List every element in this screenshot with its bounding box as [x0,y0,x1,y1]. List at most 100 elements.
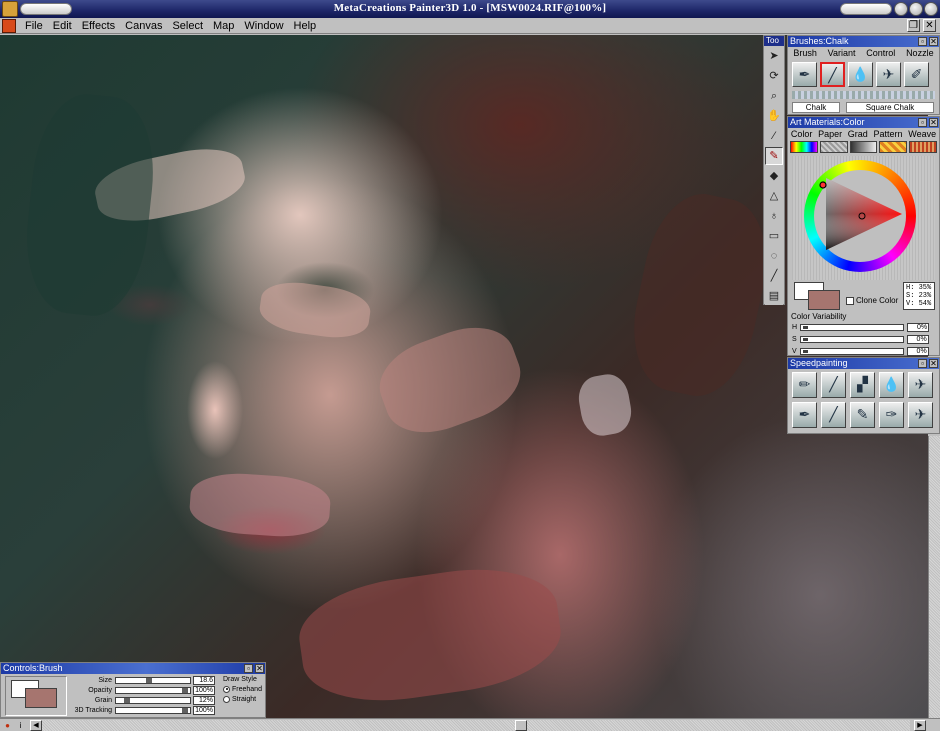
scroll-left-icon[interactable]: ◀ [30,720,42,731]
pen-icon[interactable]: ✒ [792,402,817,428]
controls-secondary-color[interactable] [25,688,57,708]
menu-file[interactable]: File [20,20,48,32]
scroll-thumb[interactable] [515,720,527,731]
magnifier-icon[interactable]: ⌕ [765,87,783,105]
document-icon[interactable] [2,18,16,33]
menu-select[interactable]: Select [167,20,208,32]
maximize-icon[interactable] [909,2,923,16]
tab-color[interactable]: Color [791,128,813,140]
variability-v-slider[interactable] [799,347,904,355]
menu-map[interactable]: Map [208,20,239,32]
weave-swatch[interactable] [909,141,937,153]
pattern-swatch[interactable] [879,141,908,153]
color-picker[interactable] [792,156,935,280]
tab-pattern[interactable]: Pattern [874,128,903,140]
pointer-icon[interactable]: ➤ [765,47,783,65]
menu-window[interactable]: Window [239,20,288,32]
chalk-icon[interactable]: ╱ [821,372,846,398]
bulb-icon[interactable]: ♁ [765,207,783,225]
palette-close-icon[interactable]: ✕ [929,359,938,368]
stack-icon[interactable]: ▤ [765,287,783,305]
art-materials-title-bar[interactable]: Art Materials:Color ▫ ✕ [788,117,939,128]
color-swatch[interactable] [790,141,818,153]
scroll-right-icon[interactable]: ▶ [914,720,926,731]
variability-s-slider[interactable] [799,335,904,343]
water-drop-icon[interactable]: 💧 [879,372,904,398]
chalk-icon[interactable]: ▞ [850,372,875,398]
tab-control[interactable]: Control [866,47,895,59]
tab-variant[interactable]: Variant [828,47,856,59]
opacity-slider[interactable] [115,686,191,694]
tracking-slider[interactable] [115,706,191,714]
grabber-icon[interactable]: ✋ [765,107,783,125]
palette-close-icon[interactable]: ✕ [929,118,938,127]
paper-swatch[interactable] [819,141,848,153]
tab-weave[interactable]: Weave [908,128,936,140]
pen-icon[interactable]: ✒ [792,62,817,87]
grain-slider[interactable] [115,696,191,704]
palette-restore-icon[interactable]: ▫ [244,664,253,673]
variability-v-value[interactable]: 0% [906,346,929,356]
doc-restore-icon[interactable]: ❐ [907,19,920,32]
tab-nozzle[interactable]: Nozzle [906,47,934,59]
tab-grad[interactable]: Grad [848,128,868,140]
straight-option[interactable]: Straight [223,695,262,705]
pencil-icon[interactable]: ✏ [792,372,817,398]
freehand-radio[interactable] [223,685,230,693]
brush-name-field[interactable]: Chalk [792,102,840,113]
status-paint-icon[interactable]: ● [2,720,13,731]
close-icon[interactable] [924,2,938,16]
menu-canvas[interactable]: Canvas [120,20,167,32]
felt-pen-icon[interactable]: ✐ [904,62,929,87]
palette-restore-icon[interactable]: ▫ [918,37,927,46]
rotate-icon[interactable]: ⟳ [765,67,783,85]
palette-close-icon[interactable]: ✕ [929,37,938,46]
size-slider[interactable] [115,676,191,684]
brush-icon[interactable]: ✎ [765,147,783,165]
controls-title-bar[interactable]: Controls:Brush ▫ ✕ [1,663,265,674]
menu-edit[interactable]: Edit [48,20,77,32]
grad-swatch[interactable] [849,141,878,153]
hue-marker[interactable] [818,180,828,190]
lasso-icon[interactable]: ◌ [765,247,783,265]
airbrush-icon[interactable]: ✈ [908,402,933,428]
palette-restore-icon[interactable]: ▫ [918,118,927,127]
info-icon[interactable]: i [15,720,26,731]
grain-value[interactable]: 12% [193,695,215,705]
palette-close-icon[interactable]: ✕ [255,664,264,673]
water-drop-icon[interactable]: 💧 [848,62,873,87]
menu-effects[interactable]: Effects [77,20,120,32]
variant-name-field[interactable]: Square Chalk [846,102,934,113]
variability-h-slider[interactable] [800,323,905,331]
tracking-value[interactable]: 100% [193,705,215,715]
airbrush-icon[interactable]: ✈ [876,62,901,87]
speedpainting-title-bar[interactable]: Speedpainting ▫ ✕ [788,358,939,369]
scroll-track[interactable] [30,720,910,731]
paint-bucket-icon[interactable]: ◆ [765,167,783,185]
opacity-value[interactable]: 100% [193,685,215,695]
secondary-color-swatch[interactable] [808,290,840,310]
doc-close-icon[interactable]: ✕ [923,19,936,32]
minimize-icon[interactable] [894,2,908,16]
straight-radio[interactable] [223,695,230,703]
chalk-icon[interactable]: ╱ [821,402,846,428]
clone-color-checkbox[interactable] [846,296,854,305]
brushes-title-bar[interactable]: Brushes:Chalk ▫ ✕ [788,36,939,47]
airbrush-icon[interactable]: ✈ [908,372,933,398]
freehand-option[interactable]: Freehand [223,685,262,695]
tab-paper[interactable]: Paper [818,128,842,140]
menu-help[interactable]: Help [289,20,322,32]
dropper-icon[interactable]: ⁄ [765,127,783,145]
brush-drawer-strip[interactable] [792,91,935,99]
brush-icon[interactable]: ✎ [850,402,875,428]
pen-icon[interactable]: ✑ [879,402,904,428]
cone-icon[interactable]: △ [765,187,783,205]
variability-h-value[interactable]: 0% [907,322,930,332]
size-value[interactable]: 18.6 [193,675,215,685]
line-icon[interactable]: ╱ [765,267,783,285]
vertical-scrollbar[interactable] [928,436,940,718]
palette-restore-icon[interactable]: ▫ [918,359,927,368]
chalk-icon[interactable]: ╱ [820,62,845,87]
tab-brush[interactable]: Brush [793,47,817,59]
rectangle-select-icon[interactable]: ▭ [765,227,783,245]
